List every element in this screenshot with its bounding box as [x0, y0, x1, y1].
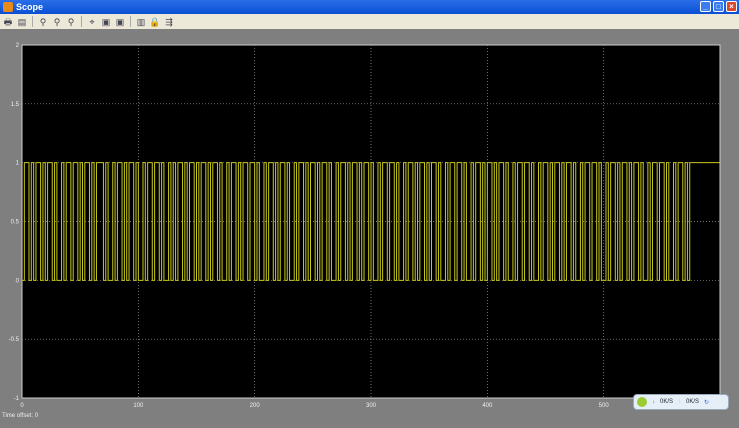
- parameters-icon[interactable]: ▤: [16, 16, 28, 28]
- lock-axes-icon[interactable]: 🔒: [149, 16, 161, 28]
- x-tick-label: 300: [366, 403, 377, 409]
- scope-axes[interactable]: 0 100 200 300 400 500 -1 -0.5 0 0.5 1 1.5 2: [0, 29, 739, 413]
- network-icon: [637, 397, 647, 407]
- upload-arrow-icon: ↑: [678, 399, 682, 405]
- maximize-button[interactable]: □: [713, 1, 724, 12]
- zoom-icon[interactable]: ⚲: [37, 16, 49, 28]
- toolbar-separator: [81, 16, 82, 27]
- zoom-x-icon[interactable]: ⚲: [51, 16, 63, 28]
- upload-rate: 0K/S: [686, 399, 700, 405]
- y-tick-label: 1.5: [11, 102, 20, 108]
- x-tick-label: 400: [482, 403, 493, 409]
- status-bar: Time offset: 0: [2, 413, 38, 419]
- title-bar: Scope _ □ ×: [0, 0, 739, 14]
- download-rate: 0K/S: [660, 399, 674, 405]
- close-button[interactable]: ×: [726, 1, 737, 12]
- time-offset-value: 0: [34, 413, 39, 419]
- signal-selection-icon[interactable]: ⇶: [163, 16, 175, 28]
- signal-trace: [22, 162, 720, 281]
- floating-scope-icon[interactable]: ▥: [135, 16, 147, 28]
- toolbar: 🖶 ▤ ⚲ ⚲ ⚲ ⌖ ▣ ▣ ▥ 🔒 ⇶: [0, 14, 739, 29]
- toolbar-separator: [32, 16, 33, 27]
- download-arrow-icon: ↓: [652, 399, 655, 405]
- save-axes-icon[interactable]: ▣: [100, 16, 112, 28]
- y-tick-label: 0.5: [11, 220, 20, 226]
- minimize-button[interactable]: _: [700, 1, 711, 12]
- x-tick-label: 0: [20, 403, 24, 409]
- zoom-y-icon[interactable]: ⚲: [65, 16, 77, 28]
- y-tick-label: -1: [14, 396, 20, 402]
- time-offset-label: Time offset:: [2, 413, 34, 419]
- y-tick-label: 2: [16, 43, 20, 49]
- y-tick-label: 1: [16, 161, 20, 167]
- window-title: Scope: [16, 2, 44, 12]
- scope-app-icon: [3, 2, 13, 12]
- restore-axes-icon[interactable]: ▣: [114, 16, 126, 28]
- toolbar-separator: [130, 16, 131, 27]
- print-icon[interactable]: 🖶: [2, 16, 14, 28]
- y-tick-label: 0: [16, 278, 20, 284]
- x-tick-label: 100: [133, 403, 144, 409]
- x-tick-label: 200: [250, 403, 261, 409]
- x-tick-label: 500: [599, 403, 610, 409]
- y-tick-label: -0.5: [9, 337, 20, 343]
- autoscale-icon[interactable]: ⌖: [86, 16, 98, 28]
- network-monitor-widget[interactable]: ↓ 0K/S ↑ 0K/S ↻: [633, 394, 729, 410]
- refresh-icon[interactable]: ↻: [704, 399, 709, 406]
